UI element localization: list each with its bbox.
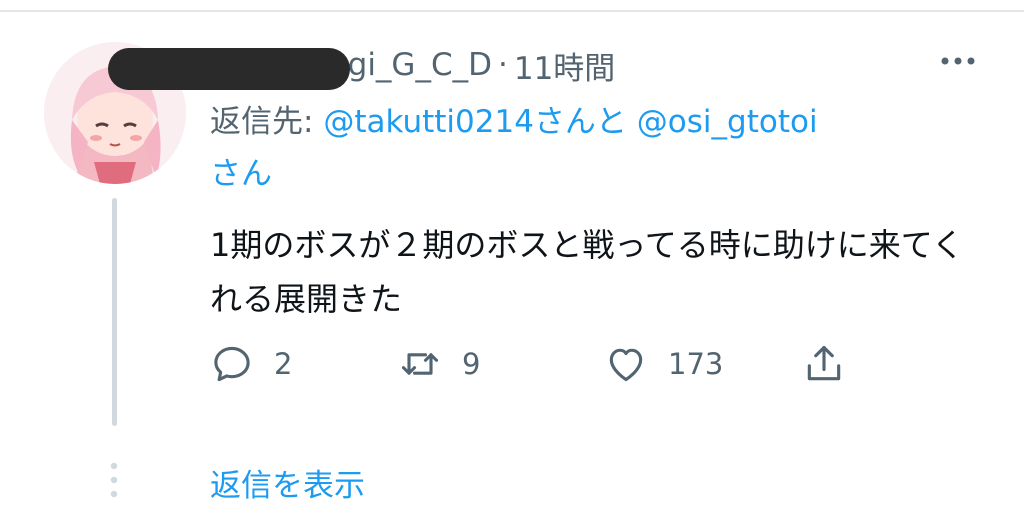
share-button[interactable] [802,338,846,390]
mention-link[interactable]: @osi_gtotoi [637,104,818,140]
reply-icon [214,346,250,382]
replying-to: 返信先: @takutti0214さんと @osi_gtotoi さん [210,96,970,200]
like-count: 173 [668,347,724,381]
separator: · [497,47,508,83]
thread-dots-icon [110,462,118,498]
replying-to-conjunction: さんと [533,104,627,140]
retweet-button[interactable]: 9 [398,338,480,390]
more-icon[interactable] [937,46,979,76]
replying-to-suffix: さん [210,156,272,192]
retweet-icon [401,353,439,375]
like-icon [609,348,643,382]
share-icon [807,345,841,381]
redaction-bar [108,48,350,90]
replying-to-prefix: 返信先: [210,104,314,140]
timestamp[interactable]: 11時間 [514,43,615,88]
thread-line [112,198,117,426]
like-button[interactable]: 173 [604,338,723,390]
tweet-text: 1期のボスが２期のボスと戦ってる時に助けに来てくれる展開きた [210,226,964,318]
top-divider [0,10,1024,12]
reply-count: 2 [274,347,293,381]
retweet-count: 9 [462,347,481,381]
show-replies-link[interactable]: 返信を表示 [210,460,365,505]
mention-link[interactable]: @takutti0214 [323,104,534,140]
reply-button[interactable]: 2 [210,338,292,390]
